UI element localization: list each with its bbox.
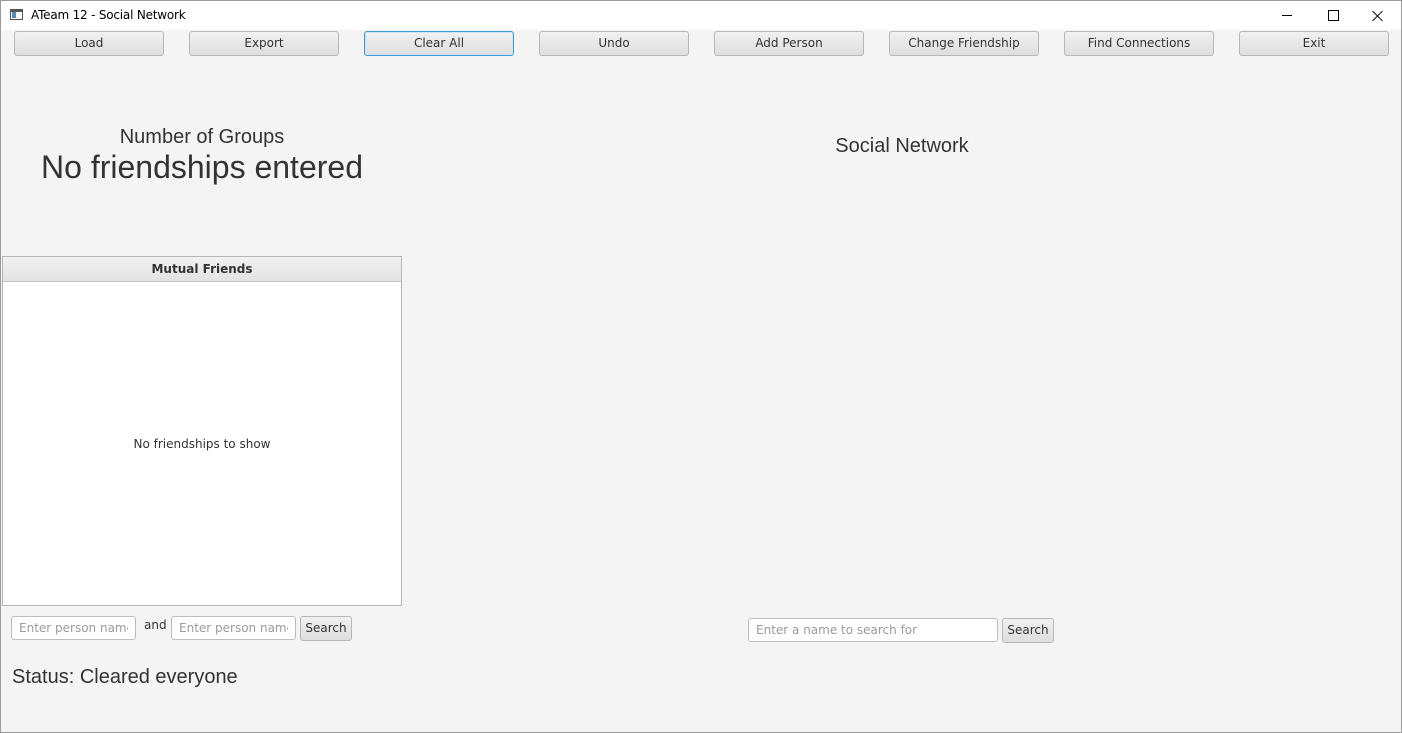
- undo-button[interactable]: Undo: [539, 31, 689, 56]
- status-text: Status: Cleared everyone: [12, 666, 238, 688]
- maximize-button[interactable]: [1310, 1, 1356, 30]
- change-friendship-button[interactable]: Change Friendship: [889, 31, 1039, 56]
- network-search-button[interactable]: Search: [1002, 618, 1054, 643]
- mutual-friends-empty-text: No friendships to show: [133, 437, 271, 451]
- close-icon: [1372, 10, 1384, 22]
- window-title: ATeam 12 - Social Network: [31, 8, 186, 22]
- groups-title: Number of Groups: [119, 126, 285, 148]
- and-label: and: [144, 618, 167, 632]
- person1-input[interactable]: [11, 616, 136, 640]
- maximize-icon: [1327, 10, 1339, 21]
- app-window-icon: [10, 9, 23, 20]
- network-title: Social Network: [835, 135, 969, 157]
- title-bar[interactable]: ATeam 12 - Social Network: [1, 1, 1401, 30]
- add-person-button[interactable]: Add Person: [714, 31, 864, 56]
- load-button[interactable]: Load: [14, 31, 164, 56]
- minimize-button[interactable]: [1264, 1, 1310, 30]
- mutual-search-button[interactable]: Search: [300, 616, 352, 641]
- mutual-friends-header[interactable]: Mutual Friends: [3, 257, 401, 282]
- find-connections-button[interactable]: Find Connections: [1064, 31, 1214, 56]
- minimize-icon: [1282, 15, 1292, 16]
- clear-all-button[interactable]: Clear All: [364, 31, 514, 56]
- exit-button[interactable]: Exit: [1239, 31, 1389, 56]
- close-button[interactable]: [1355, 1, 1401, 30]
- app-window: ATeam 12 - Social Network Load Export Cl…: [0, 0, 1402, 733]
- person2-input[interactable]: [171, 616, 296, 640]
- groups-value: No friendships entered: [41, 149, 363, 185]
- network-search-input[interactable]: [748, 618, 998, 642]
- mutual-friends-table[interactable]: Mutual Friends No friendships to show: [2, 256, 402, 606]
- export-button[interactable]: Export: [189, 31, 339, 56]
